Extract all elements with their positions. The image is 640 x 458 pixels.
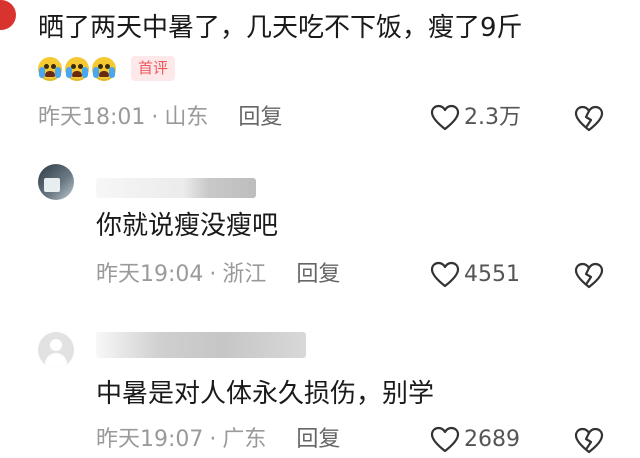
crying-laughing-emoji-icon bbox=[92, 56, 116, 81]
crying-laughing-emoji-icon bbox=[65, 56, 89, 81]
heart-icon bbox=[430, 426, 460, 453]
crying-laughing-emoji-icon bbox=[38, 56, 62, 81]
reply-button[interactable]: 回复 bbox=[296, 426, 340, 454]
like-button[interactable]: 4551 bbox=[430, 261, 520, 289]
separator: · bbox=[209, 427, 217, 452]
like-button[interactable]: 2689 bbox=[430, 426, 520, 454]
first-comment-badge: 首评 bbox=[131, 56, 176, 81]
comment-thread: 晒了两天中暑了，几天吃不下饭，瘦了9斤 首评 昨天18:01 · 山东 回复 2… bbox=[0, 0, 640, 458]
separator: · bbox=[209, 262, 217, 287]
avatar[interactable] bbox=[38, 332, 74, 368]
reply-text: 你就说瘦没瘦吧 bbox=[96, 211, 279, 241]
location: 广东 bbox=[222, 427, 267, 452]
like-count: 4551 bbox=[464, 262, 520, 287]
broken-heart-icon[interactable] bbox=[574, 262, 604, 290]
reply-button[interactable]: 回复 bbox=[296, 261, 340, 289]
avatar[interactable] bbox=[38, 164, 74, 200]
comment-meta: 昨天18:01 · 山东 回复 bbox=[38, 104, 282, 132]
timestamp: 昨天18:01 bbox=[38, 105, 146, 130]
heart-icon bbox=[430, 261, 460, 288]
location: 浙江 bbox=[222, 262, 267, 287]
timestamp: 昨天19:07 bbox=[96, 427, 204, 452]
reply-meta: 昨天19:04 · 浙江 回复 bbox=[96, 261, 340, 289]
separator: · bbox=[151, 105, 159, 130]
timestamp: 昨天19:04 bbox=[96, 262, 204, 287]
broken-heart-icon[interactable] bbox=[574, 427, 604, 455]
avatar[interactable] bbox=[0, 0, 16, 30]
reply-meta: 昨天19:07 · 广东 回复 bbox=[96, 426, 340, 454]
like-count: 2.3万 bbox=[464, 105, 521, 130]
blurred-username bbox=[96, 178, 256, 198]
emoji-row: 首评 bbox=[38, 56, 176, 81]
comment-text: 晒了两天中暑了，几天吃不下饭，瘦了9斤 bbox=[38, 13, 523, 43]
blurred-username bbox=[96, 332, 306, 358]
heart-icon bbox=[430, 104, 460, 131]
broken-heart-icon[interactable] bbox=[574, 105, 604, 133]
reply-text: 中暑是对人体永久损伤，别学 bbox=[96, 379, 435, 409]
like-button[interactable]: 2.3万 bbox=[430, 104, 521, 132]
like-count: 2689 bbox=[464, 427, 520, 452]
location: 山东 bbox=[164, 105, 209, 130]
reply-button[interactable]: 回复 bbox=[238, 104, 282, 132]
